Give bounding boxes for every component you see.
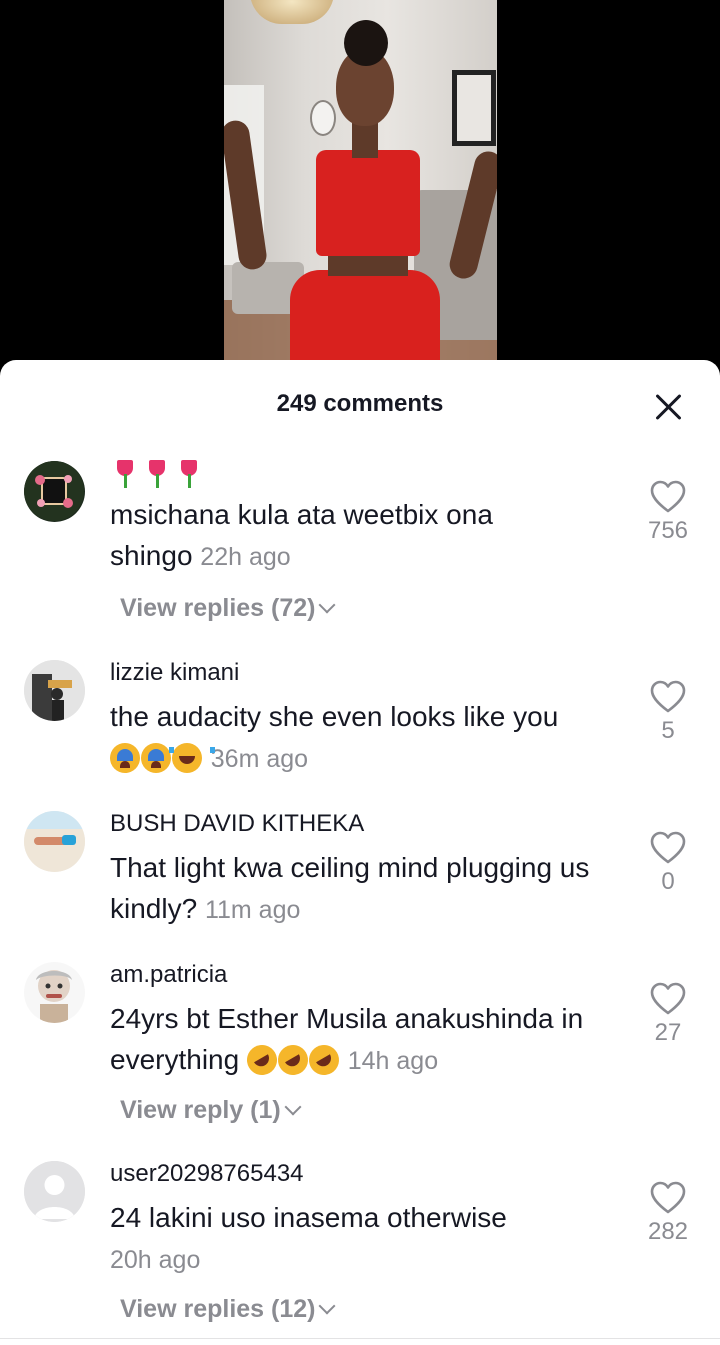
view-replies-label: View replies (12) <box>120 1295 316 1323</box>
view-replies-label: View reply (1) <box>120 1096 281 1124</box>
video-person-hair <box>344 20 388 66</box>
avatar-image <box>24 811 85 872</box>
comment-text-content: the audacity she even looks like you <box>110 701 559 732</box>
chevron-down-icon <box>318 1297 336 1315</box>
rolling-on-floor-laughing-icon <box>303 1039 345 1081</box>
comment-body: user20298765434 24 lakini uso inasema ot… <box>110 1159 630 1281</box>
avatar-image <box>24 962 85 1023</box>
video-player[interactable] <box>0 0 720 372</box>
comment-timestamp: 11m ago <box>204 896 301 924</box>
like-count: 5 <box>661 717 675 744</box>
comments-count-title: 249 comments <box>276 390 444 417</box>
comment-text[interactable]: msichana kula ata weetbix ona shingo 22h… <box>110 494 580 578</box>
loudly-crying-face-icon <box>110 743 140 773</box>
comment-text-content: 24 lakini uso inasema otherwise <box>110 1202 507 1233</box>
video-person-top <box>316 150 420 256</box>
video-frame[interactable] <box>224 0 497 372</box>
like-button[interactable]: 0 <box>642 831 694 896</box>
comment-body: BUSH DAVID KITHEKA That light kwa ceilin… <box>110 809 630 931</box>
comments-sheet: 249 comments msichana kula ata weetbix o… <box>0 360 720 1345</box>
view-replies-button[interactable]: View replies (72) <box>120 594 336 623</box>
comment-timestamp: 36m ago <box>210 745 309 773</box>
view-replies-button[interactable]: View replies (12) <box>120 1295 336 1324</box>
rolling-on-floor-laughing-icon <box>272 1039 314 1081</box>
comment-text-content: msichana kula ata weetbix ona shingo <box>110 499 493 571</box>
comment-text-content: 24yrs bt Esther Musila anakushinda in ev… <box>110 1003 584 1075</box>
avatar[interactable] <box>24 962 85 1023</box>
comment-timestamp: 20h ago <box>110 1246 201 1274</box>
comment-timestamp: 22h ago <box>200 543 291 571</box>
avatar[interactable] <box>24 1161 85 1222</box>
comment-username[interactable]: am.patricia <box>110 960 630 990</box>
comment-text[interactable]: the audacity she even looks like you 36m… <box>110 696 630 780</box>
comment-body: am.patricia 24yrs bt Esther Musila anaku… <box>110 960 630 1082</box>
face-with-tears-of-joy-icon <box>169 743 215 773</box>
tulip-icon <box>110 458 140 490</box>
like-button[interactable]: 5 <box>642 680 694 745</box>
comment-body: msichana kula ata weetbix ona shingo 22h… <box>110 458 630 578</box>
heart-icon <box>650 480 686 513</box>
tulip-icon <box>142 458 172 490</box>
comment-text[interactable]: That light kwa ceiling mind plugging us … <box>110 847 630 931</box>
like-count: 756 <box>647 517 689 544</box>
default-avatar-icon <box>24 1161 85 1222</box>
comment-username[interactable]: lizzie kimani <box>110 658 630 688</box>
comment-body: lizzie kimani the audacity she even look… <box>110 658 630 780</box>
chevron-down-icon <box>284 1098 302 1116</box>
emoji-row <box>110 458 630 494</box>
video-wall-picture <box>452 70 496 146</box>
loudly-crying-face-icon <box>141 743 171 773</box>
avatar-image <box>24 461 84 521</box>
video-wall-clock <box>310 100 336 136</box>
view-replies-label: View replies (72) <box>120 594 316 622</box>
heart-icon <box>650 831 686 864</box>
tulip-icon <box>174 458 204 490</box>
like-count: 282 <box>647 1218 689 1245</box>
comment-timestamp: 14h ago <box>347 1047 439 1075</box>
heart-icon <box>650 1181 686 1214</box>
comments-header: 249 comments <box>0 360 720 450</box>
avatar[interactable] <box>24 811 85 872</box>
chevron-down-icon <box>318 596 336 614</box>
close-icon[interactable] <box>652 392 684 424</box>
heart-icon <box>650 680 686 713</box>
comment-text[interactable]: 24 lakini uso inasema otherwise 20h ago <box>110 1197 630 1281</box>
avatar[interactable] <box>24 461 85 522</box>
heart-icon <box>650 982 686 1015</box>
video-person-skirt <box>290 270 440 372</box>
like-count: 27 <box>654 1019 682 1046</box>
like-button[interactable]: 27 <box>642 982 694 1047</box>
comment-text-content: That light kwa ceiling mind plugging us … <box>110 852 590 924</box>
like-count: 0 <box>661 868 675 895</box>
view-replies-button[interactable]: View reply (1) <box>120 1096 302 1125</box>
avatar[interactable] <box>24 660 85 721</box>
divider <box>0 1338 720 1339</box>
comment-username[interactable]: user20298765434 <box>110 1159 630 1189</box>
comment-text[interactable]: 24yrs bt Esther Musila anakushinda in ev… <box>110 998 630 1082</box>
comment-username[interactable]: BUSH DAVID KITHEKA <box>110 809 630 839</box>
like-button[interactable]: 756 <box>642 480 694 545</box>
rolling-on-floor-laughing-icon <box>241 1039 283 1081</box>
avatar-image <box>24 660 85 721</box>
like-button[interactable]: 282 <box>642 1181 694 1246</box>
